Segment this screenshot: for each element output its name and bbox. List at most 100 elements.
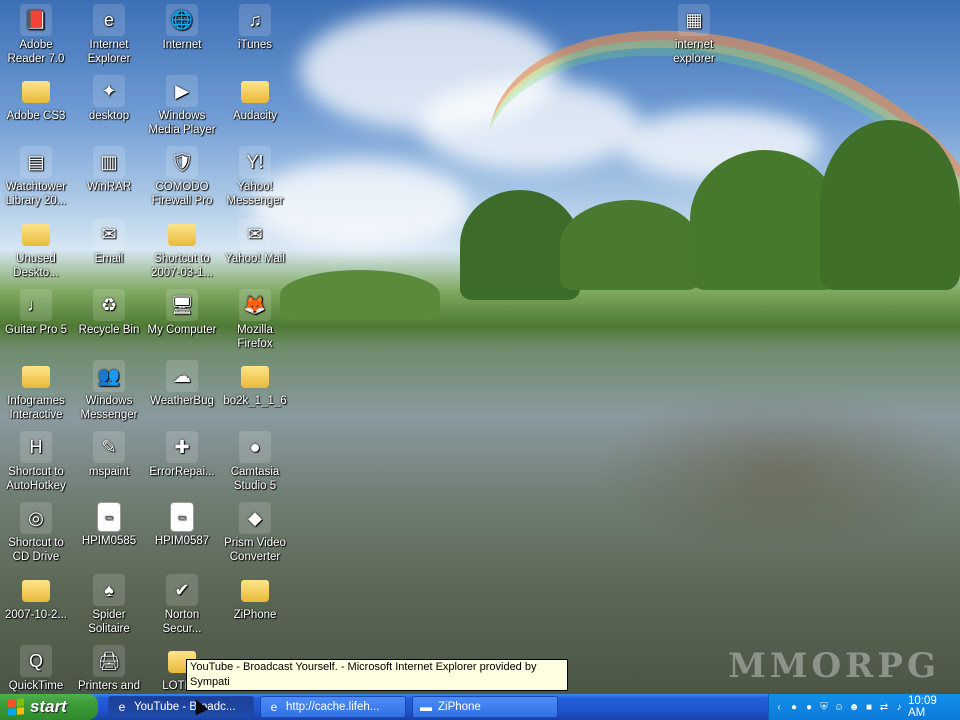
desktop-icon-label: desktop xyxy=(88,110,130,123)
desktop-icon-label: Audacity xyxy=(232,110,278,123)
desktop-icon[interactable]: 🖨 Printers and xyxy=(73,644,145,693)
desktop-icon[interactable]: ✎ mspaint xyxy=(73,431,145,479)
desktop-icon-label: mspaint xyxy=(88,466,130,479)
folder-icon xyxy=(22,579,50,602)
green-status-icon[interactable]: ● xyxy=(788,701,800,713)
recycle-bin-icon: ♻ xyxy=(93,288,125,321)
yahoo-smiley-icon[interactable]: ☻ xyxy=(848,701,860,713)
desktop-icon[interactable]: bo2k_1_1_6 xyxy=(219,360,291,408)
desktop-icon[interactable]: ZiPhone xyxy=(219,574,291,622)
desktop-icon[interactable]: ◎ Shortcut to CD Drive xyxy=(0,502,72,564)
desktop-background: 📕 Adobe Reader 7.0 e Internet Explorer 🌐 Inte… xyxy=(0,0,960,694)
adobe-reader-icon: 📕 xyxy=(20,4,52,36)
desktop-icon-label: ZiPhone xyxy=(233,608,277,621)
desktop-icon[interactable]: Adobe CS3 xyxy=(0,75,72,123)
folder-icon xyxy=(168,223,196,246)
folder-icon: ▬ xyxy=(420,700,432,714)
desktop-icon[interactable]: ♠ Spider Solitaire xyxy=(73,573,145,636)
weatherbug-icon: ☁ xyxy=(166,360,198,392)
desktop-icon[interactable]: ▶ Windows Media Player xyxy=(146,75,218,137)
ie-icon: e xyxy=(118,700,126,714)
desktop-icon[interactable]: 🌐 Internet xyxy=(146,4,218,52)
taskbar-button[interactable]: ▬ ZiPhone xyxy=(412,696,558,718)
shield-icon[interactable]: ⛨ xyxy=(818,701,830,713)
desktop-icon[interactable]: Q QuickTime xyxy=(0,644,72,693)
taskbar: start e YouTube - Broadc... e http://cache.… xyxy=(0,694,960,720)
desktop-icon[interactable]: Y! Yahoo! Messenger xyxy=(219,146,291,208)
start-button[interactable]: start xyxy=(0,694,98,720)
folder-icon xyxy=(241,366,269,388)
desktop-icon[interactable]: ▤ Watchtower Library 20... xyxy=(0,146,72,208)
desktop-icon[interactable]: Unused Deskto... xyxy=(0,218,72,280)
desktop-icon[interactable]: Shortcut to 2007-03-1... xyxy=(146,218,218,280)
taskbar-button[interactable]: e http://cache.lifeh... xyxy=(260,696,406,718)
desktop-icon[interactable]: ☁ WeatherBug xyxy=(146,360,218,408)
winrar-icon: ▥ xyxy=(93,146,125,179)
error-repair-icon: ✚ xyxy=(166,431,198,464)
desktop-icon-label: Recycle Bin xyxy=(78,323,140,336)
taskbar-button-label: ZiPhone xyxy=(438,701,481,713)
network-icon[interactable]: ⇄ xyxy=(878,701,890,713)
watchtower-icon: ▤ xyxy=(20,146,52,179)
green-orb-icon[interactable]: ● xyxy=(803,701,815,713)
prism-icon: ◆ xyxy=(239,502,271,535)
desktop-icon[interactable]: 📕 Adobe Reader 7.0 xyxy=(0,4,72,66)
desktop-icon[interactable]: 2007-10-2... xyxy=(0,574,72,622)
desktop-icon-label: ErrorRepai... xyxy=(149,466,215,479)
desktop-shortcut-icon: ✦ xyxy=(93,75,125,108)
media-player-icon: ▶ xyxy=(166,75,198,108)
desktop-icon[interactable]: ✦ desktop xyxy=(73,75,145,123)
desktop-icon-label: Yahoo! Messenger xyxy=(226,181,284,208)
desktop-icon[interactable]: ▦ internet explorer xyxy=(658,4,730,66)
desktop-icon[interactable]: ♫ iTunes xyxy=(219,4,291,52)
document-icon: ▭ xyxy=(97,502,121,533)
desktop-icon-label: 2007-10-2... xyxy=(4,608,67,621)
printers-icon: 🖨 xyxy=(93,644,125,677)
desktop-icon[interactable]: ✉ Email xyxy=(73,217,145,266)
desktop-icon[interactable]: Audacity xyxy=(219,75,291,123)
desktop-icon-label: Windows Messenger xyxy=(80,395,138,421)
desktop-icon[interactable]: ▥ WinRAR xyxy=(73,146,145,194)
taskbar-button[interactable]: e YouTube - Broadc... xyxy=(108,696,254,718)
back-arrow-icon[interactable]: ‹ xyxy=(773,701,785,713)
desktop-icon[interactable]: ▭ HPIM0585 xyxy=(73,502,145,548)
desktop-icon-label: Internet Explorer xyxy=(87,39,131,65)
desktop-icon-label: Guitar Pro 5 xyxy=(5,323,67,336)
ie-icon: e xyxy=(270,700,278,714)
desktop-icon-label: Adobe CS3 xyxy=(6,110,66,123)
desktop-icon-label: WeatherBug xyxy=(150,395,214,407)
desktop-icon[interactable]: 🦊 Mozilla Firefox xyxy=(219,288,291,351)
desktop-icon[interactable]: ♻ Recycle Bin xyxy=(73,288,145,337)
ie-shortcut-icon: ▦ xyxy=(678,4,710,36)
camtasia-tray-icon[interactable]: ■ xyxy=(863,701,875,713)
desktop-icon[interactable]: ● Camtasia Studio 5 xyxy=(219,431,291,493)
desktop-icon[interactable]: 🛡 COMODO Firewall Pro xyxy=(146,146,218,208)
desktop-icon-label: Shortcut to 2007-03-1... xyxy=(150,252,213,279)
clock[interactable]: 10:09 AM xyxy=(908,695,960,719)
messenger-icon[interactable]: ☺ xyxy=(833,701,845,713)
quicktime-icon: Q xyxy=(20,644,52,677)
desktop-icon[interactable]: ✚ ErrorRepai... xyxy=(146,431,218,479)
desktop-icon-label: Norton Secur... xyxy=(162,608,202,635)
internet-globe-icon: 🌐 xyxy=(166,4,198,36)
desktop-icon[interactable]: ♩ Guitar Pro 5 xyxy=(0,288,72,337)
desktop-icon[interactable]: e Internet Explorer xyxy=(73,4,145,66)
internet-explorer-icon: e xyxy=(93,4,125,36)
watermark: MMORPG xyxy=(728,646,940,686)
desktop-icon[interactable]: ✔ Norton Secur... xyxy=(146,573,218,636)
desktop-icon[interactable]: 👥 Windows Messenger xyxy=(73,360,145,422)
cd-drive-icon: ◎ xyxy=(20,502,52,535)
desktop-icon[interactable]: 🖥 My Computer xyxy=(146,288,218,337)
desktop-icon[interactable]: H Shortcut to AutoHotkey xyxy=(0,431,72,493)
camtasia-icon: ● xyxy=(239,431,271,464)
norton-icon: ✔ xyxy=(166,573,198,606)
volume-icon[interactable]: ♪ xyxy=(893,701,905,713)
desktop-icon[interactable]: ✉ Yahoo! Mail xyxy=(219,217,291,266)
desktop-icon-label: Prism Video Converter xyxy=(224,537,286,564)
desktop-icon[interactable]: ◆ Prism Video Converter xyxy=(219,502,291,564)
desktop-icon-label: bo2k_1_1_6 xyxy=(223,395,287,407)
desktop-icon[interactable]: ▭ HPIM0587 xyxy=(146,502,218,548)
yahoo-mail-icon: ✉ xyxy=(239,217,271,250)
document-icon: ▭ xyxy=(170,502,194,533)
desktop-icon[interactable]: Infogrames Interactive xyxy=(0,360,72,422)
